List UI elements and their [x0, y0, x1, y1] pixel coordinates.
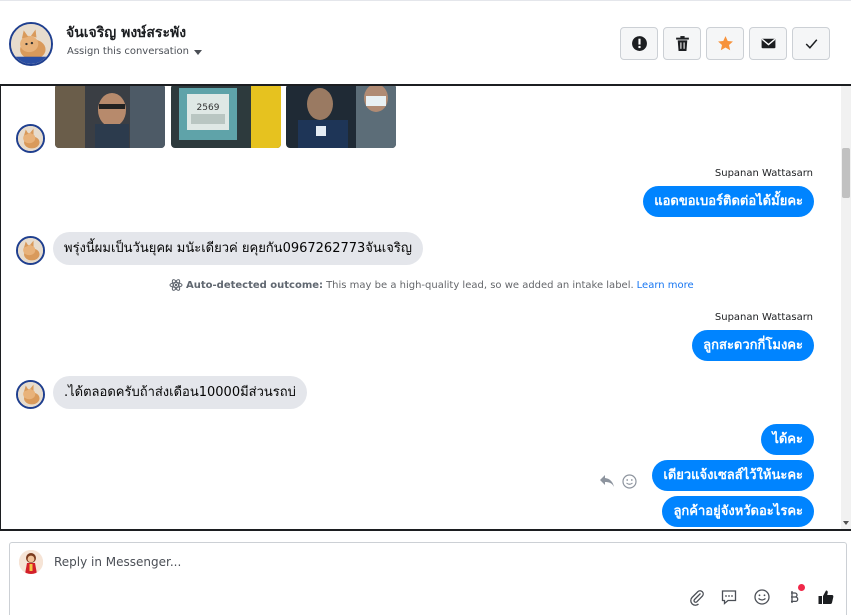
thread-scrollbar[interactable] — [841, 86, 851, 529]
saved-reply-icon — [721, 590, 737, 605]
conversation-header: จันเจริญ พงษ์สระพัง Assign this conversa… — [0, 0, 851, 84]
sender-name: Supanan Wattasarn — [714, 168, 813, 179]
reply-icon[interactable] — [599, 474, 615, 488]
notice-title: Auto-detected outcome: — [186, 279, 324, 291]
page-avatar — [19, 550, 43, 574]
exclamation-circle-icon — [631, 36, 647, 51]
reply-input[interactable] — [54, 555, 654, 569]
delete-button[interactable] — [663, 27, 701, 60]
mark-spam-button[interactable] — [620, 27, 658, 60]
contact-avatar[interactable] — [9, 22, 53, 66]
check-icon — [805, 39, 817, 49]
learn-more-link[interactable]: Learn more — [637, 280, 694, 291]
incoming-message[interactable]: .ได้ตลอดครับถ้าส่งเดือน10000มีส่วนรถบ่ — [53, 376, 307, 409]
attach-file-button[interactable] — [687, 587, 707, 607]
done-button[interactable] — [792, 27, 830, 60]
thumbs-up-icon — [818, 590, 834, 604]
assign-label: Assign this conversation — [67, 46, 189, 57]
emoji-button[interactable] — [752, 587, 772, 607]
atom-icon — [169, 279, 183, 291]
send-like-button[interactable] — [816, 587, 836, 607]
sender-name: Supanan Wattasarn — [714, 312, 813, 323]
auto-detected-outcome-notice: Auto-detected outcome: This may be a hig… — [169, 278, 694, 292]
emoji-icon — [754, 589, 770, 605]
contact-name: จันเจริญ พงษ์สระพัง — [66, 25, 187, 41]
reply-composer — [9, 542, 847, 615]
notice-text: This may be a high-quality lead, so we a… — [326, 279, 634, 291]
saved-replies-button[interactable] — [719, 587, 739, 607]
react-emoji-icon[interactable] — [622, 474, 637, 489]
contact-avatar-small[interactable] — [16, 380, 45, 409]
incoming-message[interactable]: พรุ่งนี้ผมเป็นวันยุคผ มนัะเดียวค่ ยคุยกั… — [53, 232, 423, 265]
svg-text:2569: 2569 — [197, 103, 220, 113]
envelope-icon — [761, 38, 775, 49]
trash-icon — [675, 36, 689, 51]
outgoing-message[interactable]: ลูกสะดวกกี่โมงคะ — [692, 330, 814, 361]
paperclip-icon — [690, 590, 704, 606]
contact-avatar-small[interactable] — [16, 124, 45, 153]
assign-conversation-dropdown[interactable]: Assign this conversation — [67, 46, 202, 57]
outgoing-message[interactable]: ลูกค้าอยู่จังหวัดอะไรคะ — [662, 496, 814, 527]
message-photo-3[interactable] — [286, 86, 396, 148]
star-button[interactable] — [706, 27, 744, 60]
caret-down-icon — [193, 49, 202, 55]
outgoing-message[interactable]: แอดขอเบอร์ติดต่อได้มั้ยคะ — [643, 186, 814, 217]
star-icon — [717, 36, 733, 51]
message-photo-1[interactable] — [55, 86, 165, 148]
scroll-down-arrow-icon[interactable] — [843, 521, 849, 525]
message-thread[interactable]: 2569 Supanan Wattasarn แอดขอเบอร์ติดต่อไ… — [0, 84, 851, 531]
scrollbar-thumb[interactable] — [842, 148, 850, 198]
contact-avatar-small[interactable] — [16, 236, 45, 265]
notification-dot — [798, 584, 805, 591]
message-photo-2[interactable]: 2569 — [171, 86, 281, 148]
outgoing-message[interactable]: ได้คะ — [761, 424, 814, 455]
outgoing-message[interactable]: เดียวแจ้งเซลส์ไว้ให้นะคะ — [652, 460, 814, 491]
payment-button[interactable] — [784, 584, 805, 607]
mark-unread-button[interactable] — [749, 27, 787, 60]
